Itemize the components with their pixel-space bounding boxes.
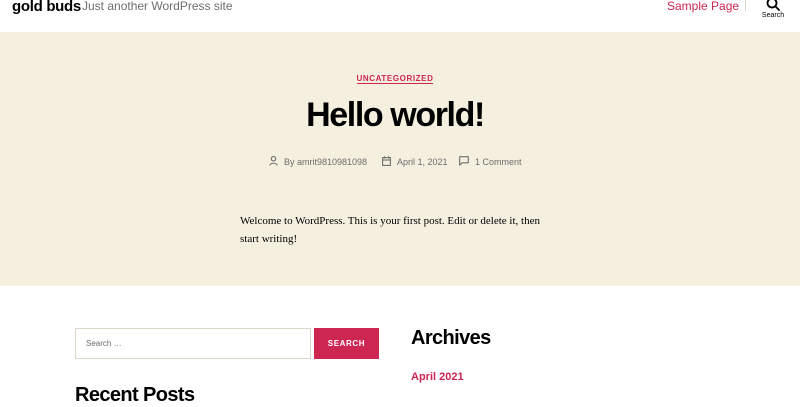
search-toggle-button[interactable]: Search: [757, 0, 789, 27]
search-button[interactable]: SEARCH: [314, 328, 379, 359]
entry-content: Welcome to WordPress. This is your first…: [240, 215, 540, 245]
comments-link[interactable]: 1 Comment: [475, 157, 522, 167]
entry-header: UNCATEGORIZED Hello world! By amrit98109…: [0, 32, 800, 286]
search-icon: [757, 0, 789, 11]
site-title[interactable]: gold buds: [12, 0, 81, 15]
search-toggle-label: Search: [761, 12, 785, 19]
entry-title[interactable]: Hello world!: [0, 96, 790, 135]
search-input[interactable]: [75, 328, 311, 359]
recent-posts-heading: Recent Posts: [75, 384, 195, 406]
user-icon: [269, 156, 284, 168]
site-description: Just another WordPress site: [82, 0, 233, 13]
author-link[interactable]: By amrit9810981098: [284, 157, 367, 167]
category-link[interactable]: UNCATEGORIZED: [356, 74, 434, 84]
archives-heading: Archives: [411, 327, 491, 349]
entry-meta-comments: 1 Comment: [459, 156, 522, 168]
entry-meta-date: April 1, 2021: [382, 156, 448, 168]
date-link[interactable]: April 1, 2021: [397, 157, 448, 167]
site-header: gold buds Just another WordPress site Sa…: [0, 0, 800, 32]
nav-item-sample-page[interactable]: Sample Page: [667, 0, 739, 13]
entry-category: UNCATEGORIZED: [0, 74, 790, 84]
calendar-icon: [382, 156, 397, 168]
entry-meta-author: By amrit9810981098: [269, 156, 367, 168]
comment-icon: [459, 156, 475, 168]
archive-link-april-2021[interactable]: April 2021: [411, 371, 464, 383]
search-form: SEARCH: [75, 328, 379, 359]
nav-divider: [745, 0, 746, 11]
